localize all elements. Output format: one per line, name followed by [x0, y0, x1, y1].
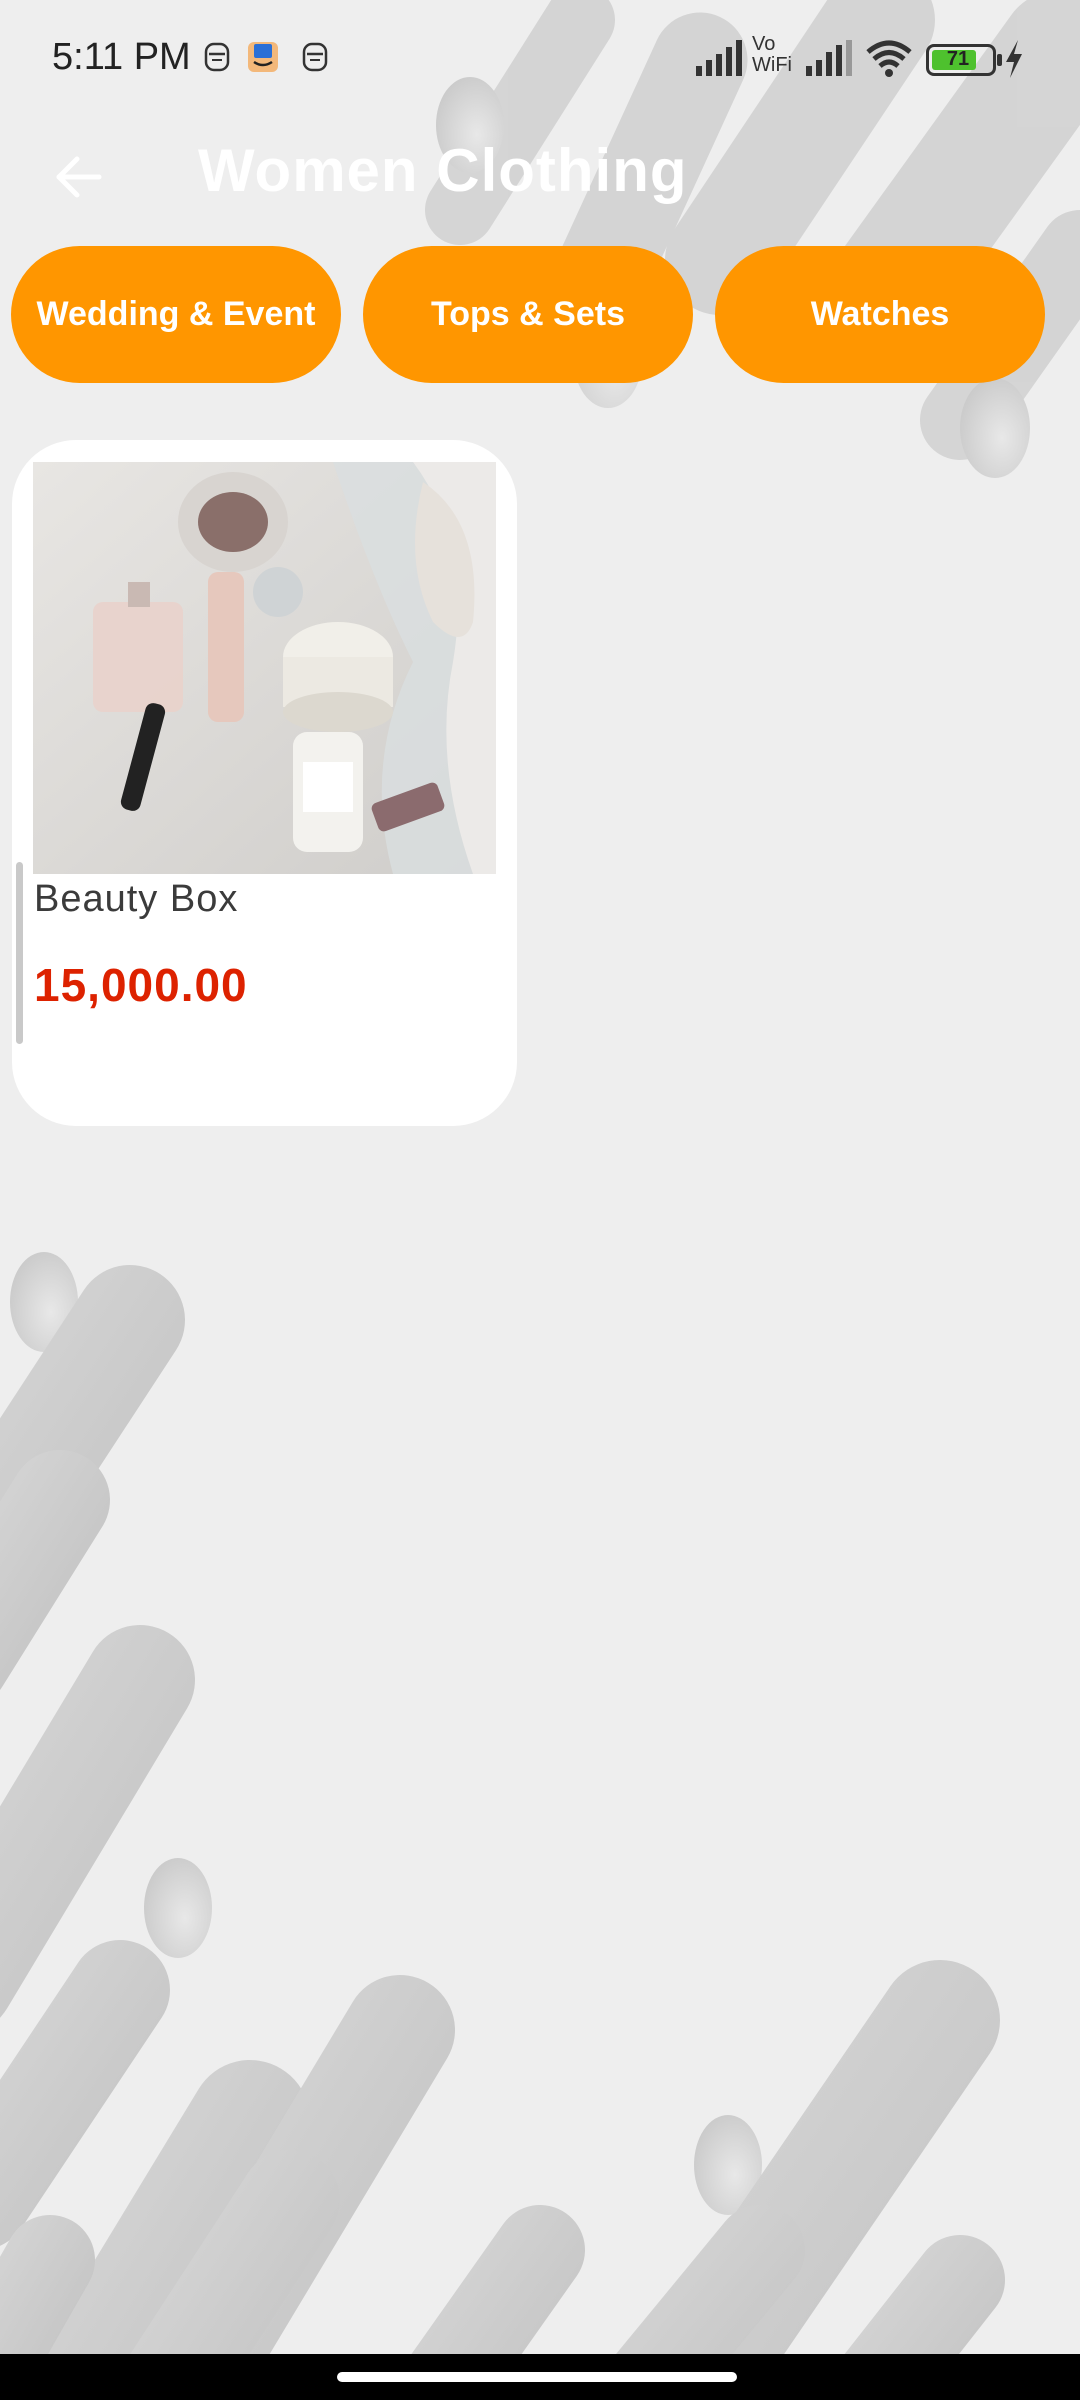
product-price: 15,000.00 — [34, 959, 248, 1011]
category-tabs: Wedding & Event Tops & Sets Watches — [0, 246, 1080, 384]
back-button[interactable] — [40, 138, 118, 216]
notification-app-icon — [302, 42, 328, 72]
cellular-signal-icon — [806, 40, 852, 76]
battery-level: 71 — [946, 48, 970, 70]
arrow-left-icon — [56, 156, 102, 198]
system-nav-bar — [0, 2354, 1080, 2400]
page-title: Women Clothing — [198, 137, 688, 204]
status-time: 5:11 PM — [52, 36, 191, 78]
notification-app-icon — [204, 42, 230, 72]
vowifi-icon: Vo WiFi — [752, 34, 798, 84]
product-image — [33, 462, 496, 874]
cellular-signal-icon — [696, 40, 742, 76]
scrollbar[interactable] — [16, 862, 23, 1044]
category-tops-sets[interactable]: Tops & Sets — [363, 246, 693, 383]
app-header: Women Clothing — [0, 120, 1080, 230]
product-name: Beauty Box — [34, 878, 239, 920]
vowifi-label-bottom: WiFi — [752, 54, 792, 76]
home-indicator[interactable] — [337, 2372, 737, 2382]
battery-icon: 71 — [926, 44, 1002, 76]
category-watches[interactable]: Watches — [715, 246, 1045, 383]
wifi-icon — [866, 40, 912, 77]
amazon-app-icon — [248, 42, 278, 72]
vowifi-label-top: Vo — [752, 33, 776, 55]
status-bar: 5:11 PM Vo WiFi 71 — [0, 0, 1080, 120]
category-wedding-event[interactable]: Wedding & Event — [11, 246, 341, 383]
product-card[interactable]: Beauty Box 15,000.00 — [12, 440, 517, 1126]
charging-icon — [1006, 40, 1022, 78]
